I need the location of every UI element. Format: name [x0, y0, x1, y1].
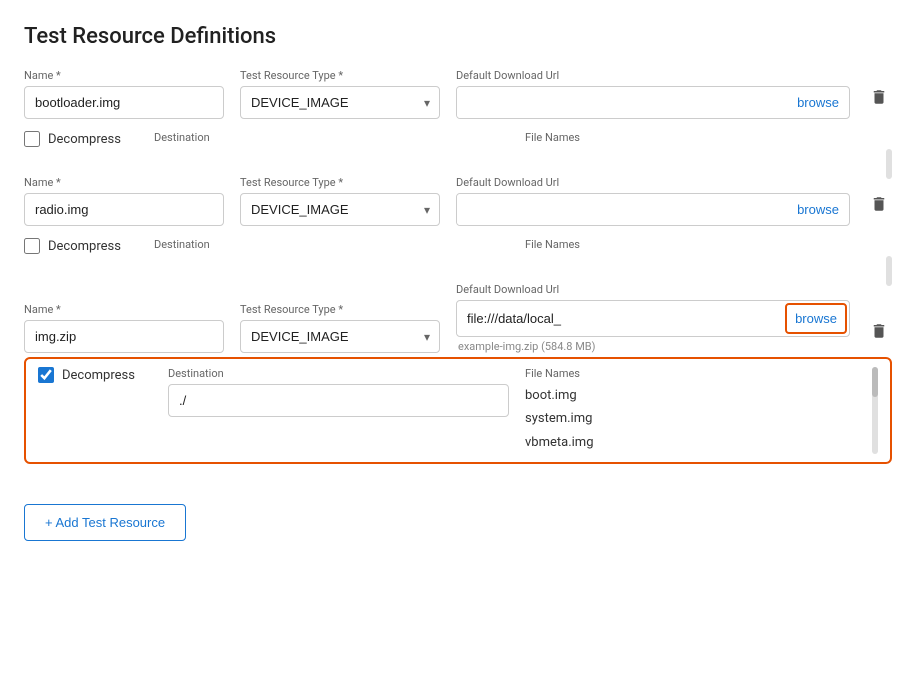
decompress-check-area-2: Decompress [24, 238, 154, 254]
url-input-1[interactable] [457, 87, 787, 118]
decompress-row-1: Decompress Destination File Names [24, 123, 892, 156]
type-group-2: Test Resource Type * DEVICE_IMAGEDEVICE_… [240, 176, 440, 226]
filenames-area-1: File Names [525, 131, 892, 148]
name-group-3: Name * [24, 303, 224, 353]
filenames-label-3: File Names [525, 367, 866, 380]
decompress-checkbox-3[interactable] [38, 367, 54, 383]
filenames-scrollbar-1[interactable] [886, 149, 892, 179]
url-label-2: Default Download Url [456, 176, 850, 189]
decompress-label-2: Decompress [48, 239, 121, 254]
destination-label-2: Destination [154, 238, 509, 251]
type-label-1: Test Resource Type * [240, 69, 440, 82]
type-group-3: Test Resource Type * DEVICE_IMAGEDEVICE_… [240, 303, 440, 353]
type-select-wrap-3: DEVICE_IMAGEDEVICE_FILEDEVICE_DIR ▾ [240, 320, 440, 353]
decompress-label-3: Decompress [62, 368, 135, 383]
url-hint-3: example-img.zip (584.8 MB) [456, 340, 850, 353]
decompress-label-1: Decompress [48, 132, 121, 147]
decompress-check-area-3: Decompress [38, 367, 168, 383]
filename-item: system.img [525, 407, 866, 430]
resource-row-3: Name * Test Resource Type * DEVICE_IMAGE… [24, 283, 892, 353]
url-row-1: browse [456, 86, 850, 119]
url-group-1: Default Download Url browse [456, 69, 850, 119]
resource-block-1: Name * Test Resource Type * DEVICE_IMAGE… [24, 69, 892, 168]
type-select-2[interactable]: DEVICE_IMAGEDEVICE_FILEDEVICE_DIR [240, 193, 440, 226]
browse-btn-2[interactable]: browse [787, 194, 849, 225]
name-group-1: Name * [24, 69, 224, 119]
type-label-3: Test Resource Type * [240, 303, 440, 316]
delete-btn-3[interactable] [866, 314, 892, 353]
decompress-checkbox-2[interactable] [24, 238, 40, 254]
url-label-3: Default Download Url [456, 283, 850, 296]
type-select-1[interactable]: DEVICE_IMAGEDEVICE_FILEDEVICE_DIR [240, 86, 440, 119]
destination-area-1: Destination [154, 131, 509, 148]
url-row-3: browse [456, 300, 850, 337]
name-group-2: Name * [24, 176, 224, 226]
delete-btn-2[interactable] [866, 187, 892, 226]
filenames-scrollbar-thumb-3 [872, 367, 878, 397]
name-input-1[interactable] [24, 86, 224, 119]
resource-row-1: Name * Test Resource Type * DEVICE_IMAGE… [24, 69, 892, 119]
decompress-check-area-1: Decompress [24, 131, 154, 147]
destination-area-2: Destination [154, 238, 509, 255]
url-group-3: Default Download Url browse example-img.… [456, 283, 850, 353]
resources-container: Name * Test Resource Type * DEVICE_IMAGE… [24, 69, 892, 476]
resource-row-2: Name * Test Resource Type * DEVICE_IMAGE… [24, 176, 892, 226]
type-select-wrap-2: DEVICE_IMAGEDEVICE_FILEDEVICE_DIR ▾ [240, 193, 440, 226]
url-input-2[interactable] [457, 194, 787, 225]
filename-item: boot.img [525, 384, 866, 407]
type-group-1: Test Resource Type * DEVICE_IMAGEDEVICE_… [240, 69, 440, 119]
name-input-3[interactable] [24, 320, 224, 353]
filenames-label-1: File Names [525, 131, 880, 144]
name-input-2[interactable] [24, 193, 224, 226]
add-test-resource-button[interactable]: + Add Test Resource [24, 504, 186, 541]
destination-label-3: Destination [168, 367, 509, 380]
destination-area-3: Destination [168, 367, 509, 417]
page-title: Test Resource Definitions [24, 24, 892, 49]
destination-label-1: Destination [154, 131, 509, 144]
filenames-area-2: File Names [525, 238, 892, 255]
decompress-checkbox-1[interactable] [24, 131, 40, 147]
resource-block-3: Name * Test Resource Type * DEVICE_IMAGE… [24, 283, 892, 476]
filenames-area-3: File Names boot.imgsystem.imgvbmeta.img [525, 367, 878, 454]
browse-btn-1[interactable]: browse [787, 87, 849, 118]
name-label-1: Name * [24, 69, 224, 82]
destination-input-3[interactable] [168, 384, 509, 417]
url-label-1: Default Download Url [456, 69, 850, 82]
type-select-wrap-1: DEVICE_IMAGEDEVICE_FILEDEVICE_DIR ▾ [240, 86, 440, 119]
delete-btn-1[interactable] [866, 80, 892, 119]
name-label-3: Name * [24, 303, 224, 316]
filenames-label-2: File Names [525, 238, 880, 251]
decompress-row-2: Decompress Destination File Names [24, 230, 892, 263]
url-input-3[interactable] [457, 303, 783, 334]
resource-block-2: Name * Test Resource Type * DEVICE_IMAGE… [24, 176, 892, 275]
decompress-row-3: Decompress Destination File Names boot.i… [24, 357, 892, 464]
browse-btn-3[interactable]: browse [785, 303, 847, 334]
url-row-2: browse [456, 193, 850, 226]
type-label-2: Test Resource Type * [240, 176, 440, 189]
type-select-3[interactable]: DEVICE_IMAGEDEVICE_FILEDEVICE_DIR [240, 320, 440, 353]
filename-item: vbmeta.img [525, 431, 866, 454]
url-group-2: Default Download Url browse [456, 176, 850, 226]
filenames-scrollbar-2[interactable] [886, 256, 892, 286]
filenames-list-3: boot.imgsystem.imgvbmeta.img [525, 384, 866, 454]
name-label-2: Name * [24, 176, 224, 189]
filenames-scrollbar-3[interactable] [872, 367, 878, 454]
